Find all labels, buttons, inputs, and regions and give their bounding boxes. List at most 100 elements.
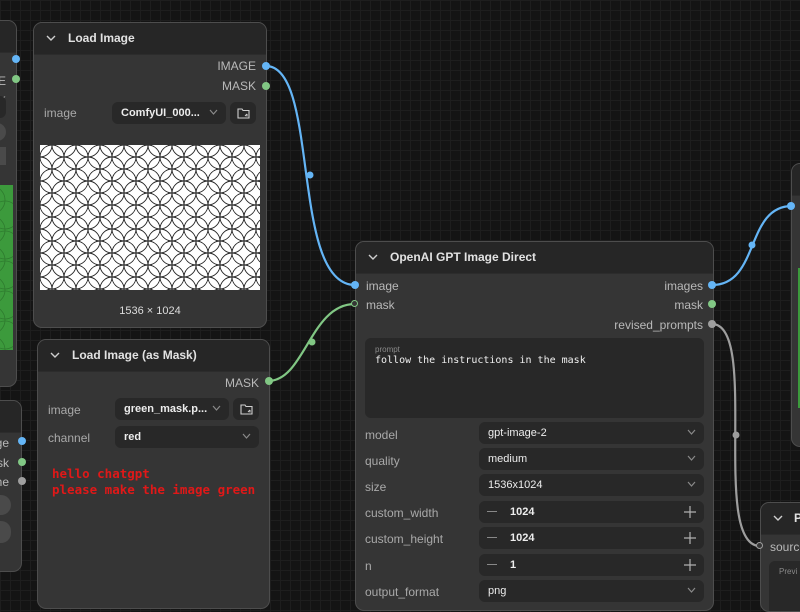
port-label-revised-prompts-output: revised_prompts [614,318,703,332]
decrement-icon[interactable] [487,564,497,565]
custom-height-stepper[interactable]: 1024 [479,527,704,549]
widget-label-model: model [365,428,398,442]
port-label-image-out: E [0,74,6,88]
n-stepper[interactable]: 1 [479,554,704,576]
folder-upload-icon [237,108,250,119]
n-value: 1 [510,559,517,571]
folder-upload-icon [240,404,253,415]
widget-stub[interactable] [0,123,6,141]
increment-icon[interactable] [684,532,696,544]
chevron-down-icon [687,481,696,487]
name-port-dot[interactable] [18,477,26,485]
wire-images-to-right [711,204,793,287]
port-label-mask-output: MASK [221,79,256,93]
port-label-image: ge [0,436,9,450]
custom-width-value: 1024 [510,506,535,518]
widget-label-quality: quality [365,454,400,468]
widget-label-size: size [365,480,387,494]
port-label-mask-input: mask [366,298,395,312]
chevron-down-icon[interactable] [368,253,378,261]
image-output-port[interactable] [262,62,270,70]
chevron-down-icon [687,429,696,435]
wire-mask-to-gpt [267,302,356,383]
widget-label-channel: channel [48,431,91,445]
quality-select[interactable]: medium [479,448,704,470]
widget-label-custom-height: custom_height [365,532,444,546]
wire-image-to-gpt [265,64,356,287]
node-title: OpenAI GPT Image Direct [390,250,537,264]
widget-label-custom-width: custom_width [365,506,439,520]
chevron-down-icon [209,109,218,115]
image-preview-green [0,185,16,362]
mask-output-port[interactable] [708,300,716,308]
chevron-down-icon[interactable] [46,34,56,42]
node-openai-gpt-image-direct[interactable]: OpenAI GPT Image Direct image mask image… [355,241,714,611]
chevron-down-icon [242,433,251,439]
custom-width-stepper[interactable]: 1024 [479,501,704,523]
mask-output-dot[interactable] [12,75,20,83]
node-header[interactable]: OpenAI GPT Image Direct [356,242,713,274]
channel-select[interactable]: red [115,426,259,448]
port-label-mask-output: MASK [224,376,259,390]
node-header[interactable]: Load Image [34,23,266,55]
widget-stub[interactable] [0,495,11,515]
mask-output-port[interactable] [265,377,273,385]
image-input-port[interactable] [351,281,359,289]
increment-icon[interactable] [684,559,696,571]
node-title: Load Image [68,31,135,45]
mask-file-select[interactable]: green_mask.p... [115,398,229,420]
port-label-mask-output: mask [674,298,703,312]
size-select[interactable]: 1536x1024 [479,474,704,496]
upload-button[interactable] [233,398,259,420]
mask-output-port[interactable] [262,82,270,90]
images-output-port[interactable] [708,281,716,289]
prompt-label: prompt [375,345,400,354]
partial-node-left-bottom[interactable]: ge sk ne [0,400,22,572]
chevron-down-icon [687,587,696,593]
port-label-name: ne [0,475,9,489]
port-label-images-output: images [664,279,703,293]
image-dimensions: 1536 × 1024 [119,305,181,317]
widget-stub[interactable] [0,521,11,543]
node-title: Load Image (as Mask) [72,348,197,362]
chevron-down-icon[interactable] [773,514,783,522]
chevron-down-icon [212,405,221,411]
custom-height-value: 1024 [510,532,535,544]
mask-input-port[interactable] [351,300,358,307]
node-header[interactable]: P [761,503,800,535]
port-label-mask: sk [0,456,9,470]
output-format-select[interactable]: png [479,580,704,602]
wire-revised-prompts-to-preview [711,322,761,548]
widget-label-output-format: output_format [365,585,440,599]
node-title: P [794,511,800,525]
prompt-text: follow the instructions in the mask [375,355,586,366]
upload-button[interactable] [230,102,256,124]
widget-label-image: image [48,403,81,417]
image-output-dot[interactable] [12,55,20,63]
prompt-textarea[interactable]: prompt follow the instructions in the ma… [365,338,704,418]
increment-icon[interactable] [684,506,696,518]
mask-port-dot[interactable] [18,458,26,466]
widget-label-n: n [365,559,372,573]
revised-prompts-output-port[interactable] [708,320,716,328]
decrement-icon[interactable] [487,537,497,538]
image-port-dot[interactable] [18,437,26,445]
widget-label-image: image [44,106,77,120]
widget-stub[interactable] [0,147,6,165]
node-header[interactable]: Load Image (as Mask) [38,340,269,372]
chevron-down-icon [687,455,696,461]
widget-stub[interactable] [0,96,6,118]
chevron-down-icon[interactable] [50,351,60,359]
partial-node-preview[interactable]: P source Previ [760,502,800,612]
mask-preview-text: hello chatgpt please make the image gree… [52,466,256,497]
image-file-select[interactable]: ComfyUI_000... [112,102,226,124]
source-input-port[interactable] [756,542,763,549]
images-input-port[interactable] [787,202,795,210]
node-load-image-mask[interactable]: Load Image (as Mask) MASK image green_ma… [37,339,270,609]
preview-area: Previ [769,561,800,611]
decrement-icon[interactable] [487,511,497,512]
model-select[interactable]: gpt-image-2 [479,422,704,444]
image-preview [40,145,260,290]
node-load-image[interactable]: Load Image IMAGE MASK image ComfyUI_000.… [33,22,267,328]
port-label-image-output: IMAGE [217,59,256,73]
